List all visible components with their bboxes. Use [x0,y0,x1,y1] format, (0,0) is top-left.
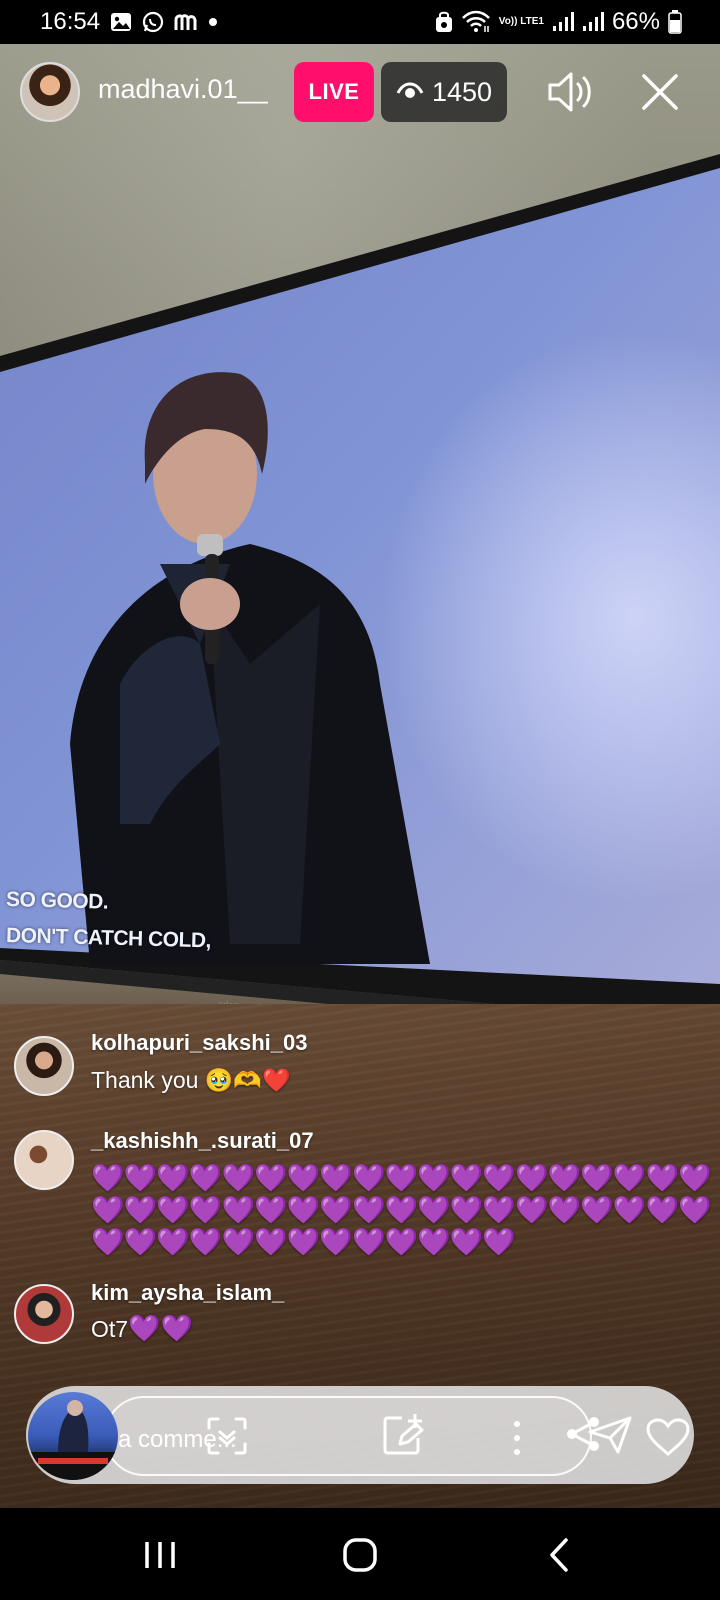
whatsapp-icon [142,11,164,33]
status-bar: 16:54 Vo)) LTE1 66% [0,0,720,44]
sound-toggle-button[interactable] [546,68,598,116]
back-icon [550,1538,568,1572]
lock-app-icon [435,11,453,33]
comment-item[interactable]: _kashishh_.surati_07 💜💜💜💜💜💜💜💜💜💜💜💜💜💜💜💜💜💜💜… [14,1128,712,1260]
system-nav-bar [0,1508,720,1600]
like-heart-icon[interactable] [646,1418,690,1461]
back-button[interactable] [530,1530,590,1580]
speaker-icon [548,72,591,112]
comment-text: Thank you 🥹🫶❤️ [91,1067,291,1093]
messenger-m-icon [174,12,198,32]
viewer-count: 1450 [431,76,493,107]
comment-text: Ot7💜💜 [91,1312,701,1345]
comment-username[interactable]: _kashishh_.surati_07 [91,1128,314,1154]
comment-text-prefix: Ot7 [91,1316,129,1342]
comment-hearts: 💜💜 [128,1313,193,1343]
comment-username[interactable]: kim_aysha_islam_ [91,1280,284,1306]
floating-video-thumbnail[interactable] [28,1392,118,1480]
close-icon [642,74,678,110]
send-icon[interactable] [588,1416,632,1459]
recent-apps-icon [145,1542,175,1568]
battery-icon [668,10,682,34]
comment-username[interactable]: kolhapuri_sakshi_03 [91,1030,307,1056]
scan-face-icon[interactable] [206,1416,248,1461]
comment-item[interactable]: kim_aysha_islam_ Ot7💜💜 [14,1280,704,1346]
battery-percent: 66% [611,8,660,35]
home-icon [343,1538,377,1572]
comment-avatar[interactable] [14,1130,74,1190]
network-label: Vo)) LTE1 [498,16,544,27]
live-badge: LIVE [294,62,374,122]
eye-icon [396,77,424,108]
comment-avatar[interactable] [14,1284,74,1344]
wifi-icon [461,10,491,34]
host-username[interactable]: madhavi.01__ [98,74,268,105]
more-options-icon[interactable] [512,1418,522,1463]
signal-icon [552,12,574,32]
viewer-count-badge[interactable]: 1450 [381,62,507,122]
home-button[interactable] [330,1530,390,1580]
dot-icon [208,17,218,27]
gallery-icon [110,12,132,32]
recent-apps-button[interactable] [130,1530,190,1580]
host-avatar[interactable] [20,62,80,122]
comment-hearts: 💜💜💜💜💜💜💜💜💜💜💜💜💜💜💜💜💜💜💜💜💜💜💜💜💜💜💜💜💜💜💜💜💜💜💜💜💜💜💜💜… [91,1163,712,1257]
add-edit-icon[interactable] [382,1412,430,1461]
live-header: madhavi.01__ LIVE 1450 [0,60,720,124]
video-subtitle-line1: SO GOOD. [5,888,109,914]
close-button[interactable] [636,68,684,116]
comment-avatar[interactable] [14,1036,74,1096]
comment-item[interactable]: kolhapuri_sakshi_03 Thank you 🥹🫶❤️ [14,1030,704,1098]
status-time: 16:54 [40,8,101,35]
signal-icon-2 [582,12,604,32]
